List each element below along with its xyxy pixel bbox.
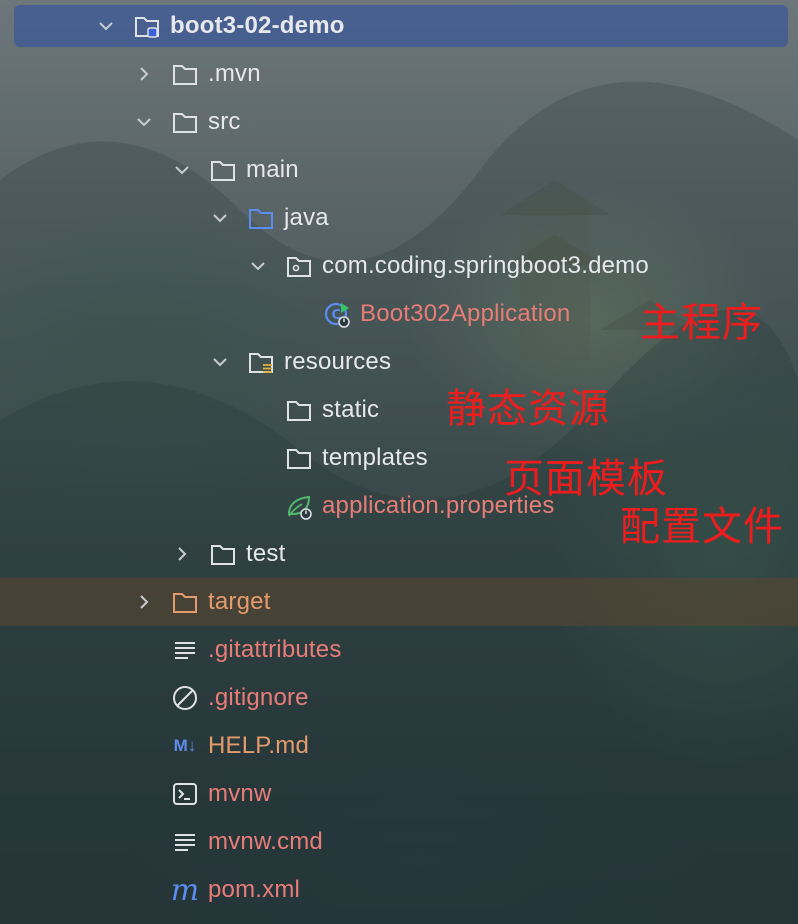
tree-label-mvnw-cmd: mvnw.cmd <box>208 828 323 855</box>
folder-icon <box>208 155 238 185</box>
folder-icon <box>208 539 238 569</box>
maven-pom-icon: m <box>170 872 200 908</box>
tree-row-templates[interactable]: templates <box>0 434 798 482</box>
chevron-down-icon[interactable] <box>170 158 194 182</box>
chevron-down-icon[interactable] <box>132 110 156 134</box>
tree-row-mvn[interactable]: .mvn <box>0 50 798 98</box>
spring-properties-icon <box>284 491 314 521</box>
excluded-folder-icon <box>170 587 200 617</box>
text-file-icon <box>170 827 200 857</box>
markdown-icon: M↓ <box>173 736 197 755</box>
tree-row-pom[interactable]: m pom.xml <box>0 866 798 914</box>
chevron-right-icon[interactable] <box>132 62 156 86</box>
tree-row-static[interactable]: static <box>0 386 798 434</box>
tree-label-mvnw: mvnw <box>208 780 272 807</box>
spring-boot-class-icon: C <box>322 299 352 329</box>
text-file-icon <box>170 635 200 665</box>
folder-icon <box>284 395 314 425</box>
module-folder-icon <box>132 11 162 41</box>
tree-label-package: com.coding.springboot3.demo <box>322 252 649 279</box>
tree-label-app-class: Boot302Application <box>360 300 571 327</box>
annotation-main-program: 主程序 <box>640 300 763 346</box>
chevron-down-icon[interactable] <box>208 350 232 374</box>
tree-row-mvnw[interactable]: mvnw <box>0 770 798 818</box>
annotation-config-file: 配置文件 <box>620 504 784 550</box>
chevron-right-icon[interactable] <box>132 590 156 614</box>
tree-label-pom: pom.xml <box>208 876 301 903</box>
tree-row-help-md[interactable]: M↓ HELP.md <box>0 722 798 770</box>
source-folder-icon <box>246 203 276 233</box>
tree-label-resources: resources <box>284 348 392 375</box>
tree-row-target[interactable]: target <box>0 578 798 626</box>
tree-label-templates: templates <box>322 444 428 471</box>
tree-row-main[interactable]: main <box>0 146 798 194</box>
chevron-down-icon[interactable] <box>94 14 118 38</box>
tree-label-static: static <box>322 396 380 423</box>
tree-label-gitignore: .gitignore <box>208 684 309 711</box>
annotation-static-resources: 静态资源 <box>446 386 610 432</box>
tree-label-mvn: .mvn <box>208 60 261 87</box>
folder-icon <box>170 107 200 137</box>
tree-row-root[interactable]: boot3-02-demo <box>0 2 798 50</box>
folder-icon <box>170 59 200 89</box>
resources-folder-icon <box>246 347 276 377</box>
tree-label-main: main <box>246 156 299 183</box>
chevron-right-icon[interactable] <box>170 542 194 566</box>
tree-label-test: test <box>246 540 286 567</box>
tree-row-java[interactable]: java <box>0 194 798 242</box>
tree-row-mvnw-cmd[interactable]: mvnw.cmd <box>0 818 798 866</box>
tree-label-help-md: HELP.md <box>208 732 310 759</box>
tree-label-target: target <box>208 588 271 615</box>
tree-label-java: java <box>284 204 329 231</box>
tree-row-src[interactable]: src <box>0 98 798 146</box>
chevron-down-icon[interactable] <box>208 206 232 230</box>
chevron-down-icon[interactable] <box>246 254 270 278</box>
project-tree: boot3-02-demo .mvn src main java com.cod… <box>0 0 798 924</box>
ignore-file-icon <box>170 683 200 713</box>
tree-label-root: boot3-02-demo <box>170 12 345 39</box>
tree-row-gitattributes[interactable]: .gitattributes <box>0 626 798 674</box>
folder-icon <box>284 443 314 473</box>
terminal-file-icon <box>170 779 200 809</box>
tree-label-gitattributes: .gitattributes <box>208 636 342 663</box>
tree-row-gitignore[interactable]: .gitignore <box>0 674 798 722</box>
tree-row-package[interactable]: com.coding.springboot3.demo <box>0 242 798 290</box>
package-icon <box>284 251 314 281</box>
tree-label-src: src <box>208 108 241 135</box>
